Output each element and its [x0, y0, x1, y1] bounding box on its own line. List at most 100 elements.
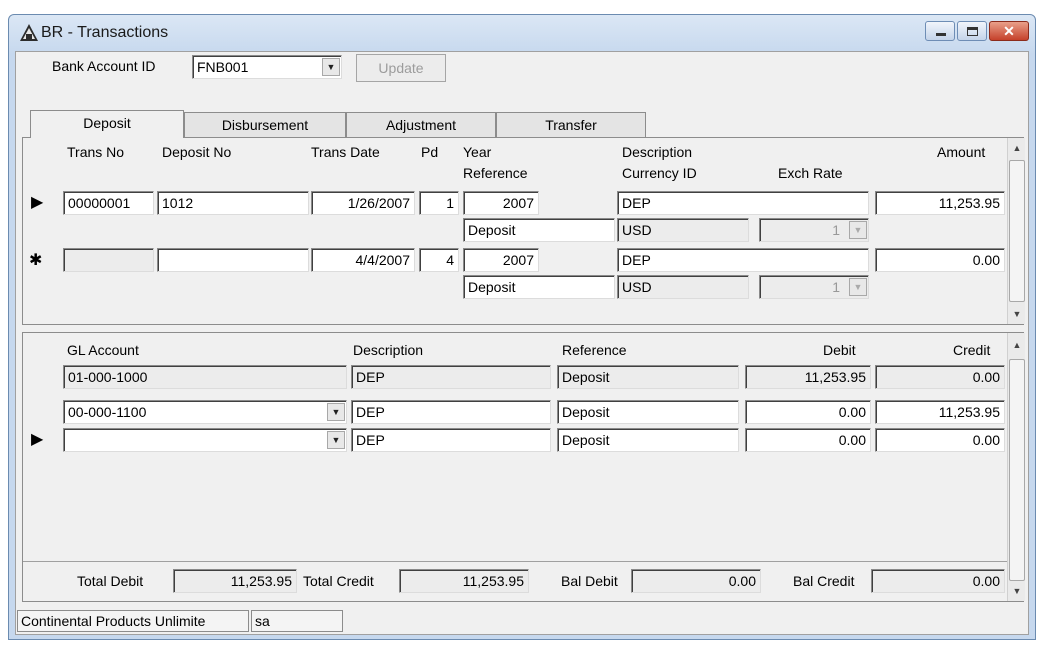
- title-bar[interactable]: BR - Transactions ✕: [9, 15, 1035, 51]
- close-icon: ✕: [1003, 23, 1015, 39]
- update-button[interactable]: Update: [356, 54, 446, 82]
- trans-date-field[interactable]: 4/4/2007: [311, 248, 415, 272]
- row-indicator-current: ▶: [31, 431, 44, 448]
- bal-debit-field: 0.00: [631, 569, 761, 593]
- bank-account-value: FNB001: [197, 59, 249, 75]
- currency-id-field[interactable]: USD: [617, 218, 749, 242]
- lower-grid-scrollbar[interactable]: ▲ ▼: [1007, 333, 1025, 601]
- exch-rate-value: 1: [832, 222, 840, 238]
- row-indicator-current: ▶: [31, 194, 44, 211]
- tab-disbursement[interactable]: Disbursement: [184, 112, 346, 138]
- description-field[interactable]: DEP: [351, 428, 551, 452]
- reference-field[interactable]: Deposit: [557, 428, 739, 452]
- exch-rate-field[interactable]: 1 ▼: [759, 275, 869, 299]
- header-debit: Debit: [823, 342, 856, 358]
- bal-credit-label: Bal Credit: [793, 573, 855, 589]
- pd-field[interactable]: 4: [419, 248, 459, 272]
- debit-field[interactable]: 0.00: [745, 400, 871, 424]
- header-description: Description: [622, 144, 693, 160]
- header-amount: Amount: [937, 144, 986, 160]
- chevron-down-icon[interactable]: ▼: [327, 431, 345, 449]
- close-button[interactable]: ✕: [989, 21, 1029, 41]
- description-field[interactable]: DEP: [617, 248, 869, 272]
- gl-account-select[interactable]: 00-000-1100 ▼: [63, 400, 347, 424]
- chevron-down-icon: ▼: [849, 278, 867, 296]
- scroll-thumb[interactable]: [1009, 359, 1025, 581]
- bank-account-label: Bank Account ID: [52, 58, 156, 74]
- debit-field[interactable]: 0.00: [745, 428, 871, 452]
- header-exch-rate: Exch Rate: [778, 165, 843, 181]
- header-currency-id: Currency ID: [622, 165, 697, 181]
- status-user: sa: [251, 610, 343, 632]
- scroll-thumb[interactable]: [1009, 160, 1025, 302]
- tab-deposit[interactable]: Deposit: [30, 110, 184, 138]
- header-description: Description: [353, 342, 424, 358]
- reference-field[interactable]: Deposit: [463, 275, 615, 299]
- client-area: Bank Account ID FNB001 ▼ Update Deposit …: [15, 51, 1029, 635]
- header-deposit-no: Deposit No: [162, 144, 232, 160]
- pd-field[interactable]: 1: [419, 191, 459, 215]
- minimize-button[interactable]: [925, 21, 955, 41]
- trans-date-field[interactable]: 1/26/2007: [311, 191, 415, 215]
- description-field[interactable]: DEP: [351, 400, 551, 424]
- header-year: Year: [463, 144, 492, 160]
- total-credit-field: 11,253.95: [399, 569, 529, 593]
- total-credit-label: Total Credit: [303, 573, 374, 589]
- scroll-down-icon[interactable]: ▼: [1008, 306, 1026, 322]
- reference-field[interactable]: Deposit: [557, 365, 739, 389]
- exch-rate-field[interactable]: 1 ▼: [759, 218, 869, 242]
- gl-account-value: 00-000-1100: [68, 404, 147, 420]
- currency-id-field[interactable]: USD: [617, 275, 749, 299]
- reference-field[interactable]: Deposit: [463, 218, 615, 242]
- credit-field[interactable]: 0.00: [875, 365, 1005, 389]
- year-field[interactable]: 2007: [463, 191, 539, 215]
- br-transactions-window: BR - Transactions ✕ Bank Account ID FNB0…: [8, 14, 1036, 640]
- scroll-up-icon[interactable]: ▲: [1008, 140, 1026, 156]
- reference-field[interactable]: Deposit: [557, 400, 739, 424]
- tab-transfer[interactable]: Transfer: [496, 112, 646, 138]
- total-debit-label: Total Debit: [77, 573, 144, 589]
- trans-no-field[interactable]: 00000001: [63, 191, 154, 215]
- header-reference: Reference: [562, 342, 627, 358]
- description-field[interactable]: DEP: [617, 191, 869, 215]
- scroll-down-icon[interactable]: ▼: [1008, 583, 1026, 599]
- bal-credit-field: 0.00: [871, 569, 1005, 593]
- gl-account-select[interactable]: ▼: [63, 428, 347, 452]
- header-trans-date: Trans Date: [311, 144, 380, 160]
- app-icon: [20, 24, 38, 41]
- bank-account-select[interactable]: FNB001 ▼: [192, 55, 342, 79]
- maximize-icon: [967, 27, 978, 36]
- description-field[interactable]: DEP: [351, 365, 551, 389]
- deposit-no-field[interactable]: [157, 248, 309, 272]
- tab-adjustment[interactable]: Adjustment: [346, 112, 496, 138]
- minimize-icon: [936, 33, 946, 36]
- maximize-button[interactable]: [957, 21, 987, 41]
- header-pd: Pd: [421, 144, 439, 160]
- row-indicator-new: ✱: [29, 252, 43, 269]
- upper-grid-scrollbar[interactable]: ▲ ▼: [1007, 138, 1025, 324]
- chevron-down-icon: ▼: [849, 221, 867, 239]
- bal-debit-label: Bal Debit: [561, 573, 618, 589]
- gl-distribution-grid: GL Account Description Reference Debit C…: [22, 332, 1025, 602]
- scroll-up-icon[interactable]: ▲: [1008, 337, 1026, 353]
- amount-field[interactable]: 11,253.95: [875, 191, 1005, 215]
- header-reference: Reference: [463, 165, 528, 181]
- year-field[interactable]: 2007: [463, 248, 539, 272]
- amount-field[interactable]: 0.00: [875, 248, 1005, 272]
- credit-field[interactable]: 11,253.95: [875, 400, 1005, 424]
- deposit-no-field[interactable]: 1012: [157, 191, 309, 215]
- totals-divider: [23, 561, 1007, 562]
- credit-field[interactable]: 0.00: [875, 428, 1005, 452]
- header-trans-no: Trans No: [67, 144, 125, 160]
- chevron-down-icon[interactable]: ▼: [327, 403, 345, 421]
- gl-account-field[interactable]: 01-000-1000: [63, 365, 347, 389]
- header-gl-account: GL Account: [67, 342, 139, 358]
- exch-rate-value: 1: [832, 279, 840, 295]
- chevron-down-icon[interactable]: ▼: [322, 58, 340, 76]
- deposit-grid: Trans No Deposit No Trans Date Pd Year R…: [22, 137, 1025, 325]
- debit-field[interactable]: 11,253.95: [745, 365, 871, 389]
- trans-no-field[interactable]: [63, 248, 154, 272]
- status-company: Continental Products Unlimite: [17, 610, 249, 632]
- header-credit: Credit: [953, 342, 991, 358]
- window-title: BR - Transactions: [41, 24, 169, 41]
